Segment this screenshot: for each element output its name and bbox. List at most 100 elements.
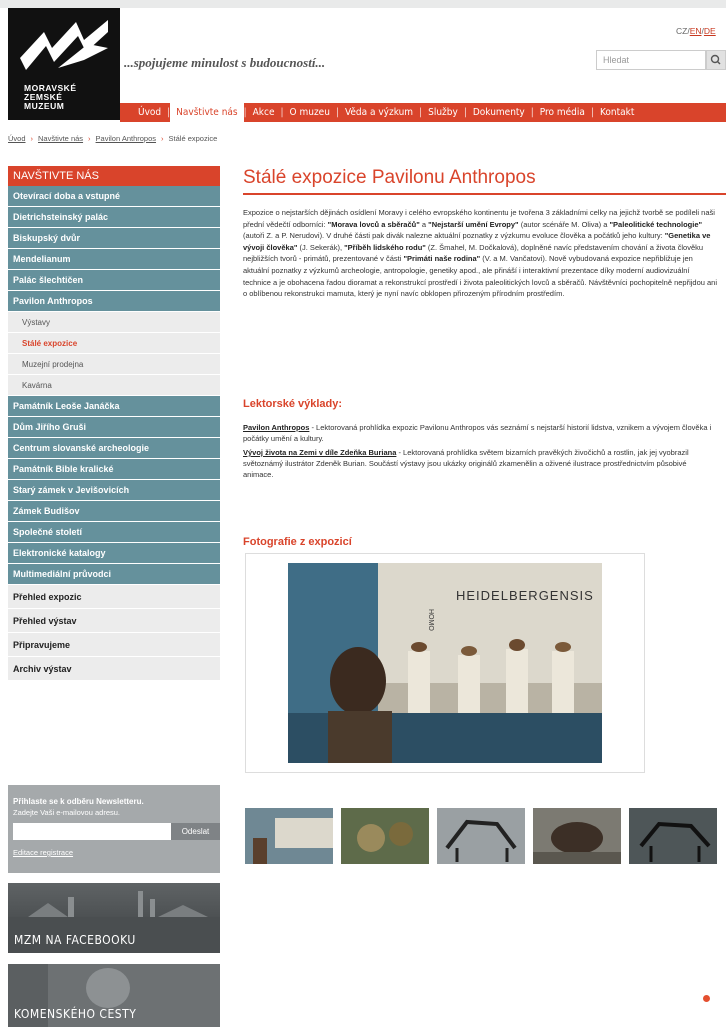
thumbnail[interactable] [245, 808, 333, 864]
lecture-link[interactable]: Vývoj života na Zemi v díle Zdeňka Buria… [243, 448, 396, 457]
sidebar-item[interactable]: Dietrichsteinský palác [8, 207, 220, 228]
photos-heading: Fotografie z expozicí [243, 536, 352, 548]
lecture-item: Vývoj života na Zemi v díle Zdeňka Buria… [243, 447, 718, 480]
intro-highlight: "Nejstarší umění Evropy" [428, 219, 519, 229]
lecture-text: - Lektorovaná prohlídka expozic Pavilonu… [243, 423, 712, 443]
facebook-banner[interactable]: MZM NA FACEBOOKU [8, 883, 220, 953]
newsletter-email-input[interactable] [13, 823, 171, 840]
thumbnail[interactable] [341, 808, 429, 864]
nav-veda[interactable]: Věda a výzkum [339, 107, 419, 118]
search-icon [710, 54, 721, 65]
intro-highlight: "Příběh lidského rodu" [344, 242, 426, 252]
intro-text-segment: (J. Sekerák), [297, 242, 345, 252]
breadcrumb-link[interactable]: Navštivte nás [38, 134, 83, 143]
logo-line-3: MUZEUM [24, 101, 65, 111]
title-underline [243, 193, 726, 195]
lecture-item: Pavilon Anthropos - Lektorovaná prohlídk… [243, 422, 718, 444]
sidebar-item[interactable]: Palác šlechtičen [8, 270, 220, 291]
thumbnail-image [629, 808, 717, 864]
nav-akce[interactable]: Akce [247, 107, 281, 118]
intro-text: Expozice o nejstarších dějinách osídlení… [243, 207, 718, 300]
sidebar-item[interactable]: Multimediální průvodci [8, 564, 220, 585]
intro-highlight: "Morava lovců a sběračů" [327, 219, 420, 229]
sidebar-plain-item[interactable]: Přehled výstav [8, 609, 220, 633]
lectures-heading: Lektorské výklady: [243, 398, 343, 410]
museum-logo[interactable]: MORAVSKÉ ZEMSKÉ MUZEUM [8, 8, 120, 120]
sidebar-subitem-active[interactable]: Stálé expozice [8, 333, 220, 354]
nav-o-muzeu[interactable]: O muzeu [284, 107, 336, 118]
breadcrumb-link[interactable]: Pavilon Anthropos [96, 134, 156, 143]
nav-dokumenty[interactable]: Dokumenty [467, 107, 531, 118]
lang-de[interactable]: DE [704, 26, 716, 36]
komensky-banner[interactable]: KOMENSKÉHO CESTY [8, 964, 220, 1027]
intro-highlight: "Primáti naše rodina" [403, 254, 481, 264]
breadcrumb: Úvod › Navštivte nás › Pavilon Anthropos › Stá… [8, 134, 218, 143]
sidebar-item[interactable]: Dům Jiřího Gruši [8, 417, 220, 438]
thumbnail[interactable] [437, 808, 525, 864]
main-content: Stálé expozice Pavilonu Anthropos Expozi… [243, 166, 726, 300]
sidebar-item-anthropos[interactable]: Pavilon Anthropos [8, 291, 220, 312]
intro-text-segment: (autoři Z. a P. Nerudovi). V druhé části… [243, 231, 665, 241]
lang-en[interactable]: EN [690, 26, 702, 36]
sidebar-plain-item[interactable]: Připravujeme [8, 633, 220, 657]
newsletter-box: Přihlaste se k odběru Newsletteru. Zadej… [8, 785, 220, 873]
sidebar-item[interactable]: Památník Leoše Janáčka [8, 396, 220, 417]
sidebar-item[interactable]: Mendelianum [8, 249, 220, 270]
page-title: Stálé expozice Pavilonu Anthropos [243, 167, 536, 188]
search-input[interactable]: Hledat [596, 50, 706, 70]
thumbnail[interactable] [629, 808, 717, 864]
intro-text-segment: (autor scénáře M. Oliva) a [518, 219, 610, 229]
lecture-link[interactable]: Pavilon Anthropos [243, 423, 309, 432]
newsletter-subtitle: Zadejte Vaši e-mailovou adresu. [13, 808, 120, 817]
lectures-section: Lektorské výklady: Pavilon Anthropos - L… [243, 398, 718, 480]
breadcrumb-link[interactable]: Úvod [8, 134, 26, 143]
thumbnail-image [533, 808, 621, 864]
photo-caption: HEIDELBERGENSIS [456, 588, 594, 603]
breadcrumb-current: Stálé expozice [168, 134, 218, 143]
scroll-indicator-dot [703, 995, 710, 1002]
sidebar-item[interactable]: Centrum slovanské archeologie [8, 438, 220, 459]
photo-thumbnails [245, 808, 726, 864]
photo-caption-small: HOMO [427, 609, 434, 631]
main-photo[interactable]: HEIDELBERGENSIS HOMO [288, 563, 602, 763]
sidebar: NAVŠTIVTE NÁS Otevírací doba a vstupné D… [8, 166, 220, 681]
thumbnail-image [245, 808, 333, 864]
sidebar-item[interactable]: Biskupský dvůr [8, 228, 220, 249]
intro-highlight: "Paleolitické technologie" [609, 219, 703, 229]
newsletter-title: Přihlaste se k odběru Newsletteru. [13, 797, 144, 806]
search-button[interactable] [706, 50, 726, 70]
lang-cz[interactable]: CZ [676, 26, 687, 36]
komensky-banner-label: KOMENSKÉHO CESTY [14, 1007, 137, 1021]
nav-kontakt[interactable]: Kontakt [594, 107, 640, 118]
photo-gallery-main: HEIDELBERGENSIS HOMO [245, 553, 645, 773]
sidebar-item[interactable]: Otevírací doba a vstupné [8, 186, 220, 207]
intro-text-segment: a [419, 219, 429, 229]
main-navigation: Úvod | Navštivte nás | Akce | O muzeu | Věda… [120, 103, 726, 122]
thumbnail-image [437, 808, 525, 864]
nav-navstivte-nas[interactable]: Navštivte nás [170, 103, 244, 122]
sidebar-heading: NAVŠTIVTE NÁS [8, 166, 220, 186]
sidebar-item[interactable]: Elektronické katalogy [8, 543, 220, 564]
facebook-banner-label: MZM NA FACEBOOKU [14, 933, 136, 947]
logo-mark-icon [20, 20, 108, 70]
sidebar-item[interactable]: Zámek Budišov [8, 501, 220, 522]
nav-pro-media[interactable]: Pro média [534, 107, 591, 118]
newsletter-submit-button[interactable]: Odeslat [171, 823, 220, 840]
sidebar-plain-item[interactable]: Přehled expozic [8, 585, 220, 609]
sidebar-plain-item[interactable]: Archiv výstav [8, 657, 220, 681]
page: MORAVSKÉ ZEMSKÉ MUZEUM ...spojujeme minu… [0, 0, 726, 1027]
sidebar-subitem[interactable]: Výstavy [8, 312, 220, 333]
sidebar-subitem[interactable]: Muzejní prodejna [8, 354, 220, 375]
language-switcher: CZ/EN/DE [676, 26, 716, 36]
nav-sluzby[interactable]: Služby [422, 107, 464, 118]
newsletter-edit-link[interactable]: Editace registrace [13, 848, 73, 857]
sidebar-item[interactable]: Společné století [8, 522, 220, 543]
sidebar-item[interactable]: Starý zámek v Jevišovicích [8, 480, 220, 501]
sidebar-item[interactable]: Památník Bible kralické [8, 459, 220, 480]
sidebar-subitem[interactable]: Kavárna [8, 375, 220, 396]
thumbnail[interactable] [533, 808, 621, 864]
top-strip [0, 0, 726, 8]
tagline: ...spojujeme minulost s budoucností... [124, 55, 326, 70]
thumbnail-image [341, 808, 429, 864]
nav-uvod[interactable]: Úvod [120, 107, 167, 118]
